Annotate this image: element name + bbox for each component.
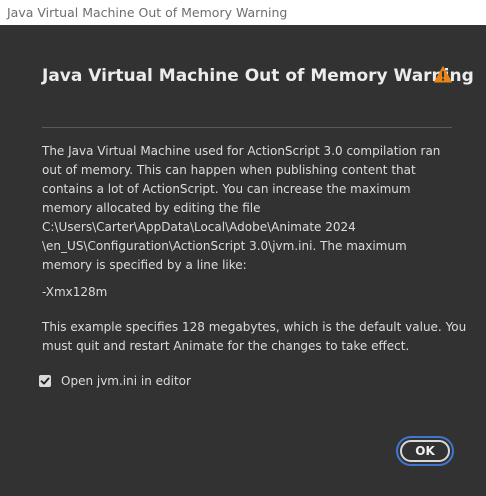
message-line: contains a lot of ActionScript. You can …	[42, 182, 411, 196]
message-line: out of memory. This can happen when publ…	[42, 163, 416, 177]
dialog-window: Java Virtual Machine Out of Memory Warni…	[0, 0, 486, 496]
message-line: This example specifies 128 megabytes, wh…	[42, 320, 467, 334]
open-jvm-ini-checkbox[interactable]	[39, 374, 51, 387]
message-line: C:\Users\Carter\AppData\Local\Adobe\Anim…	[42, 220, 356, 234]
message-line: The Java Virtual Machine used for Action…	[42, 144, 441, 158]
warning-icon	[434, 66, 452, 83]
open-jvm-ini-option[interactable]: Open jvm.ini in editor	[39, 372, 191, 389]
message-paragraph-1: The Java Virtual Machine used for Action…	[42, 142, 442, 275]
message-line: must quit and restart Animate for the ch…	[42, 339, 410, 353]
message-line: \en_US\Configuration\ActionScript 3.0\jv…	[42, 239, 407, 253]
dialog-heading: Java Virtual Machine Out of Memory Warni…	[42, 66, 474, 86]
checkbox-label[interactable]: Open jvm.ini in editor	[61, 374, 191, 388]
message-paragraph-2: This example specifies 128 megabytes, wh…	[42, 318, 467, 356]
message-line: memory is specified by a line like:	[42, 258, 247, 272]
checkmark-icon	[40, 377, 50, 384]
example-setting: -Xmx128m	[42, 285, 108, 299]
ok-button[interactable]: OK	[396, 436, 454, 466]
window-title: Java Virtual Machine Out of Memory Warni…	[7, 5, 288, 20]
ok-button-label: OK	[400, 440, 450, 462]
header-divider	[42, 127, 452, 128]
message-line: memory allocated by editing the file	[42, 201, 261, 215]
window-title-bar[interactable]: Java Virtual Machine Out of Memory Warni…	[0, 0, 486, 25]
